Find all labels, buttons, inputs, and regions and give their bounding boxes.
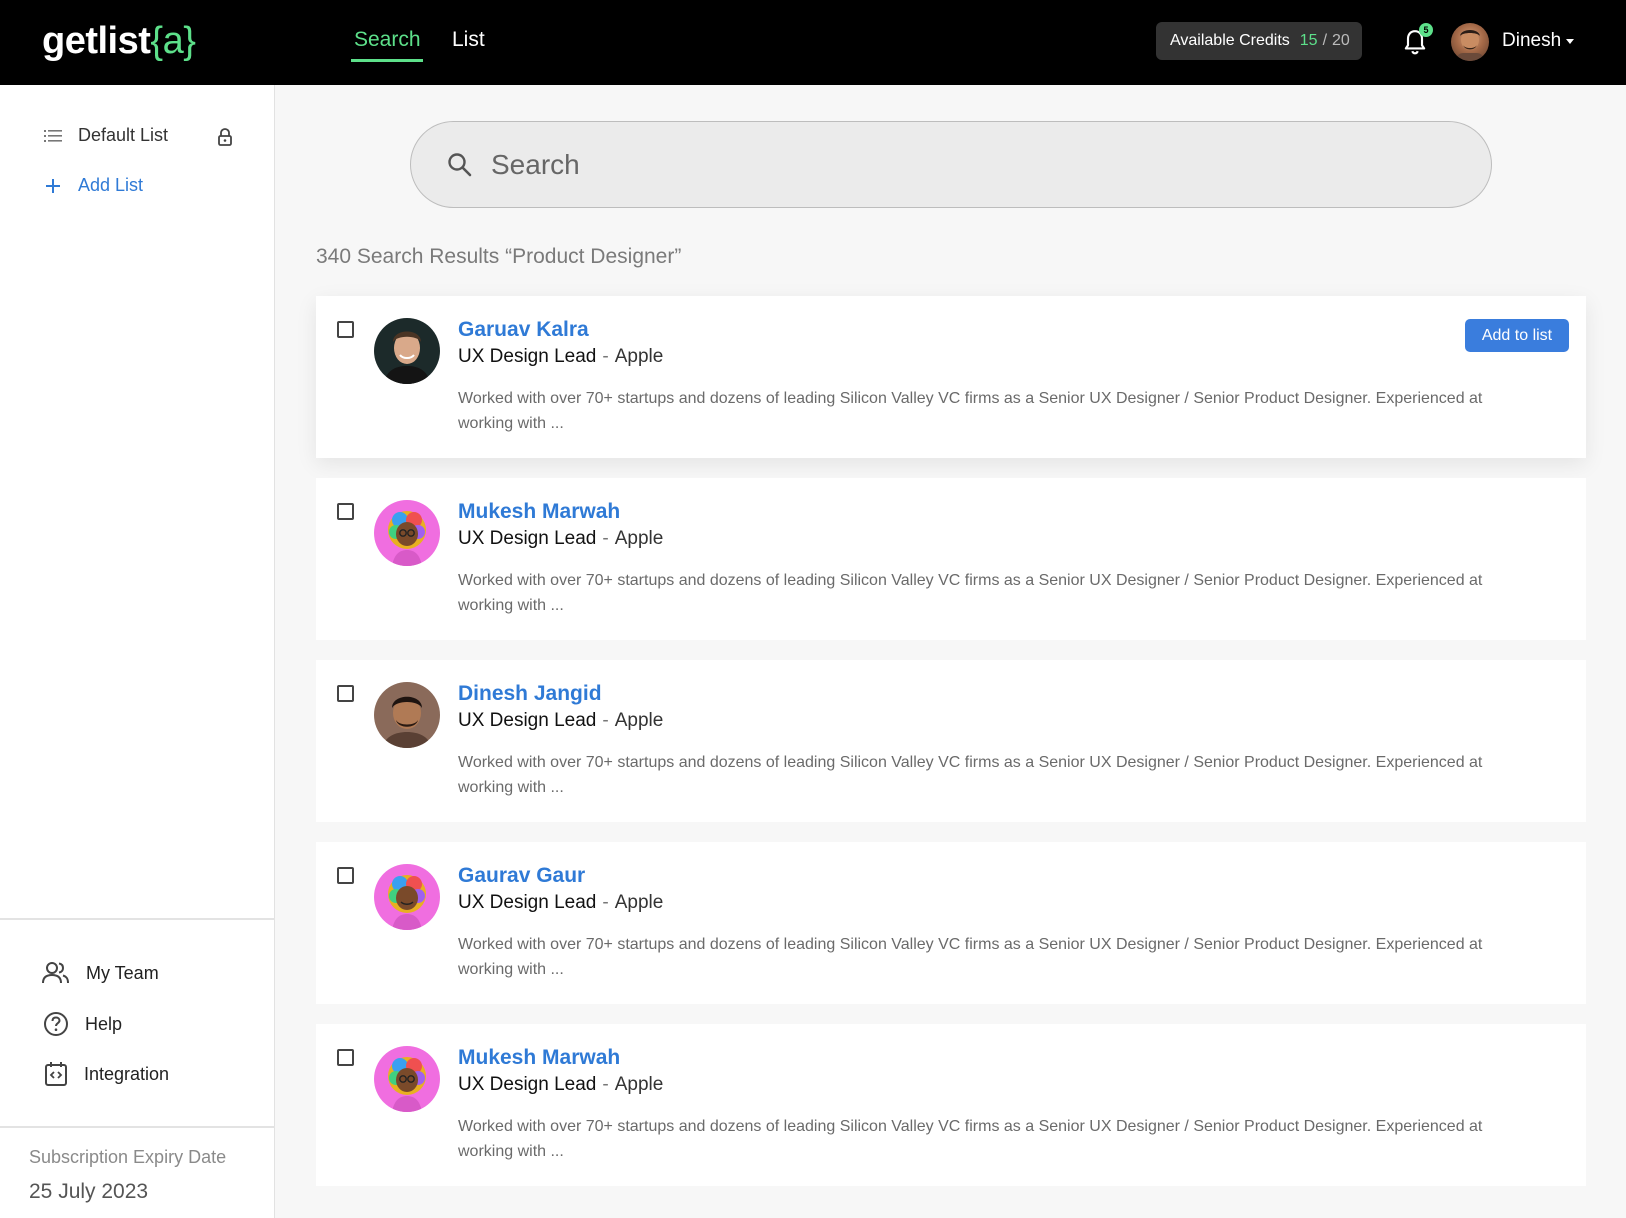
sidebar: Default List Add List My Team Help Integ… <box>0 85 275 1218</box>
role-line: UX Design Lead - Apple <box>458 346 663 368</box>
person-name[interactable]: Mukesh Marwah <box>458 1046 620 1070</box>
select-checkbox[interactable] <box>337 1049 354 1066</box>
subscription-date: 25 July 2023 <box>29 1180 149 1203</box>
result-card: Mukesh Marwah UX Design Lead - Apple Worke… <box>316 1024 1586 1186</box>
logo-text: getlist <box>42 20 151 62</box>
user-avatar[interactable] <box>1451 23 1489 61</box>
person-company: Apple <box>614 710 664 731</box>
add-to-list-button[interactable]: Add to list <box>1465 319 1569 352</box>
separator: - <box>602 346 609 367</box>
person-company: Apple <box>614 1074 664 1095</box>
credits-badge: Available Credits 15 / 20 <box>1156 22 1362 60</box>
integration-icon <box>45 1062 67 1086</box>
role-line: UX Design Lead - Apple <box>458 892 663 914</box>
user-name[interactable]: Dinesh <box>1502 30 1561 52</box>
separator: - <box>602 1074 609 1095</box>
search-input[interactable] <box>491 142 1391 187</box>
avatar <box>374 864 440 930</box>
plus-icon <box>46 178 60 193</box>
sidebar-divider <box>0 1126 275 1128</box>
person-role: UX Design Lead <box>458 528 597 549</box>
person-description: Worked with over 70+ startups and dozens… <box>458 1118 1483 1160</box>
person-role: UX Design Lead <box>458 892 597 913</box>
search-icon <box>448 153 472 177</box>
lock-icon <box>218 128 232 146</box>
search-bar[interactable] <box>410 121 1492 208</box>
person-company: Apple <box>614 528 664 549</box>
sidebar-item-label: Integration <box>84 1063 170 1084</box>
active-tab-indicator <box>351 59 423 62</box>
tab-list[interactable]: List <box>452 28 485 52</box>
chevron-down-icon[interactable] <box>1566 39 1574 44</box>
person-name[interactable]: Gaurav Gaur <box>458 864 585 888</box>
result-card: Garuav Kalra UX Design Lead - Apple Worked… <box>316 296 1586 458</box>
avatar <box>374 682 440 748</box>
person-description: Worked with over 70+ startups and dozens… <box>458 572 1483 614</box>
credits-label: Available Credits <box>1170 32 1290 49</box>
person-role: UX Design Lead <box>458 1074 597 1095</box>
credits-used: 15 <box>1299 32 1318 49</box>
person-description: Worked with over 70+ startups and dozens… <box>458 936 1483 978</box>
avatar <box>374 500 440 566</box>
sidebar-item-help[interactable]: Help <box>43 1011 122 1037</box>
person-name[interactable]: Dinesh Jangid <box>458 682 602 706</box>
avatar <box>374 1046 440 1112</box>
person-name[interactable]: Mukesh Marwah <box>458 500 620 524</box>
top-bar: getlist{a} Search List Available Credits… <box>0 0 1626 85</box>
select-checkbox[interactable] <box>337 321 354 338</box>
tab-search[interactable]: Search <box>354 28 421 52</box>
person-company: Apple <box>614 892 664 913</box>
sidebar-item-default-list[interactable]: Default List <box>44 125 168 146</box>
notification-count-badge: 5 <box>1419 23 1433 37</box>
credits-total: 20 <box>1332 32 1350 49</box>
avatar <box>374 318 440 384</box>
sidebar-item-integration[interactable]: Integration <box>44 1061 169 1087</box>
separator: - <box>602 710 609 731</box>
credits-separator: / <box>1322 32 1328 49</box>
role-line: UX Design Lead - Apple <box>458 710 663 732</box>
separator: - <box>602 892 609 913</box>
result-card: Dinesh Jangid UX Design Lead - Apple Worke… <box>316 660 1586 822</box>
person-name[interactable]: Garuav Kalra <box>458 318 589 342</box>
select-checkbox[interactable] <box>337 685 354 702</box>
result-card: Mukesh Marwah UX Design Lead - Apple Worke… <box>316 478 1586 640</box>
logo-brace: {a} <box>150 20 196 62</box>
add-list-button[interactable]: Add List <box>44 175 143 196</box>
list-icon <box>44 129 62 142</box>
select-checkbox[interactable] <box>337 503 354 520</box>
results-title: 340 Search Results “Product Designer” <box>316 245 682 268</box>
person-role: UX Design Lead <box>458 710 597 731</box>
select-checkbox[interactable] <box>337 867 354 884</box>
person-description: Worked with over 70+ startups and dozens… <box>458 390 1483 432</box>
sidebar-item-label: Default List <box>78 125 169 145</box>
person-role: UX Design Lead <box>458 346 597 367</box>
add-list-label: Add List <box>78 175 144 195</box>
sidebar-divider <box>0 918 275 920</box>
sidebar-item-label: Help <box>85 1013 123 1034</box>
sidebar-item-label: My Team <box>86 962 159 983</box>
separator: - <box>602 528 609 549</box>
person-company: Apple <box>614 346 664 367</box>
person-description: Worked with over 70+ startups and dozens… <box>458 754 1483 796</box>
logo[interactable]: getlist{a} <box>42 20 196 63</box>
role-line: UX Design Lead - Apple <box>458 1074 663 1096</box>
sidebar-item-my-team[interactable]: My Team <box>42 961 159 985</box>
subscription-label: Subscription Expiry Date <box>29 1147 227 1167</box>
result-card: Gaurav Gaur UX Design Lead - Apple Worked … <box>316 842 1586 1004</box>
team-icon <box>42 962 69 984</box>
role-line: UX Design Lead - Apple <box>458 528 663 550</box>
help-icon <box>44 1012 68 1036</box>
